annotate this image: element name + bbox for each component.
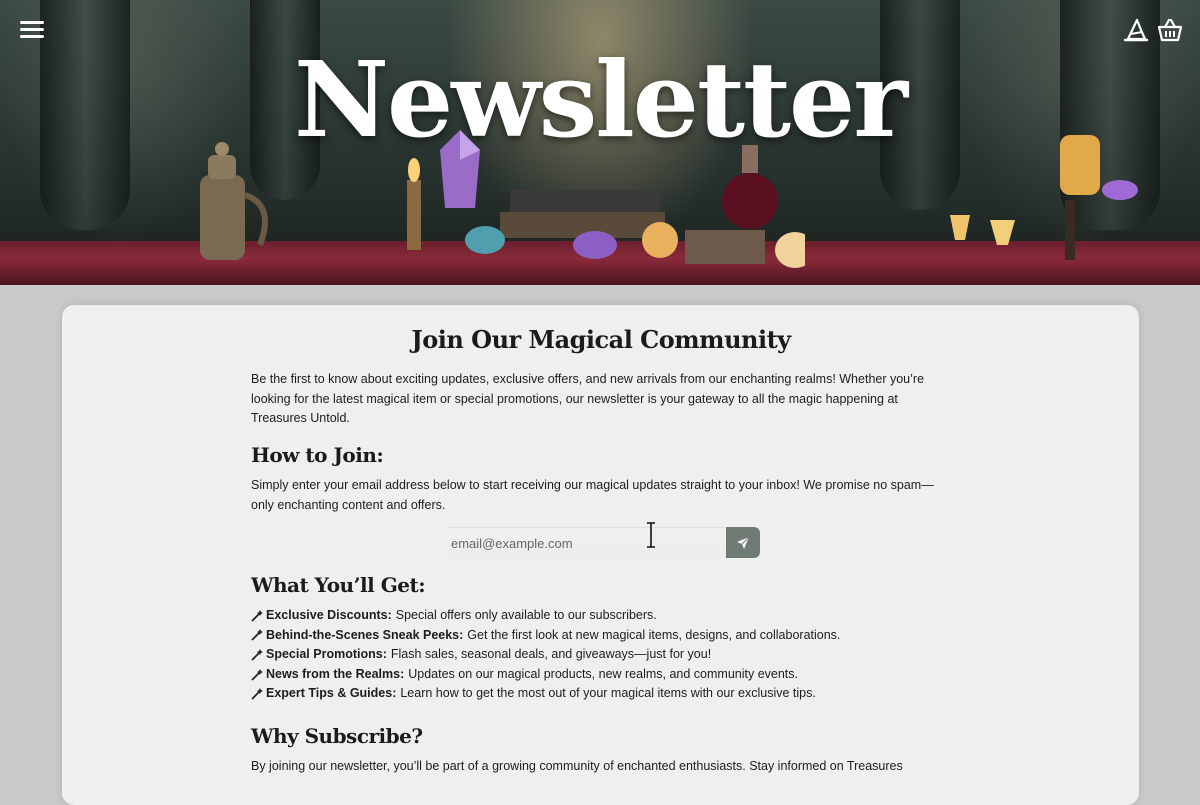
wizard-hat-icon[interactable] (1122, 16, 1150, 44)
why-subscribe-text: By joining our newsletter, you’ll be par… (251, 759, 903, 773)
magic-wand-icon (251, 668, 263, 681)
newsletter-card: Join Our Magical Community Be the first … (62, 305, 1139, 805)
candle-illustration (407, 158, 421, 250)
card-title: Join Our Magical Community (411, 325, 791, 354)
basket-icon[interactable] (1156, 16, 1184, 44)
benefit-text: Updates on our magical products, new rea… (408, 666, 799, 681)
list-item: Expert Tips & Guides: Learn how to get t… (251, 684, 951, 704)
how-to-join-heading: How to Join: (251, 443, 384, 467)
benefit-text: Learn how to get the most out of your ma… (400, 686, 816, 701)
subscribe-form (447, 527, 760, 558)
menu-icon (20, 35, 44, 38)
menu-button[interactable] (20, 18, 44, 40)
benefit-label: News from the Realms: (266, 666, 405, 681)
subscribe-button[interactable] (726, 527, 760, 558)
magic-wand-icon (251, 629, 263, 642)
benefits-list: Exclusive Discounts: Special offers only… (251, 606, 951, 704)
page-title: Newsletter (293, 38, 908, 161)
magic-wand-icon (251, 648, 263, 661)
list-item: Exclusive Discounts: Special offers only… (251, 606, 951, 626)
benefit-text: Flash sales, seasonal deals, and giveawa… (390, 647, 712, 662)
paper-plane-icon (737, 536, 750, 549)
benefit-text: Get the first look at new magical items,… (467, 627, 841, 642)
menu-icon (20, 28, 44, 31)
menu-icon (20, 21, 44, 24)
magic-wand-icon (251, 688, 263, 700)
email-input[interactable] (447, 527, 726, 558)
benefit-label: Behind-the-Scenes Sneak Peeks: (266, 627, 464, 642)
benefit-label: Exclusive Discounts: (266, 608, 392, 622)
goblets-illustration (950, 215, 1015, 245)
why-subscribe-heading: Why Subscribe? (251, 724, 423, 748)
magic-wand-icon (251, 609, 263, 622)
benefit-label: Special Promotions: (266, 647, 387, 662)
benefit-text: Special offers only available to our sub… (395, 608, 657, 622)
list-item: News from the Realms: Updates on our mag… (251, 665, 951, 685)
list-item: Special Promotions: Flash sales, seasona… (251, 645, 951, 665)
intro-text: Be the first to know about exciting upda… (251, 372, 925, 425)
how-to-join-text: Simply enter your email address below to… (251, 478, 934, 512)
list-item: Behind-the-Scenes Sneak Peeks: Get the f… (251, 626, 951, 646)
hero-banner: Newsletter (0, 0, 1200, 285)
benefits-heading: What You’ll Get: (251, 573, 426, 597)
benefit-label: Expert Tips & Guides: (266, 686, 397, 701)
